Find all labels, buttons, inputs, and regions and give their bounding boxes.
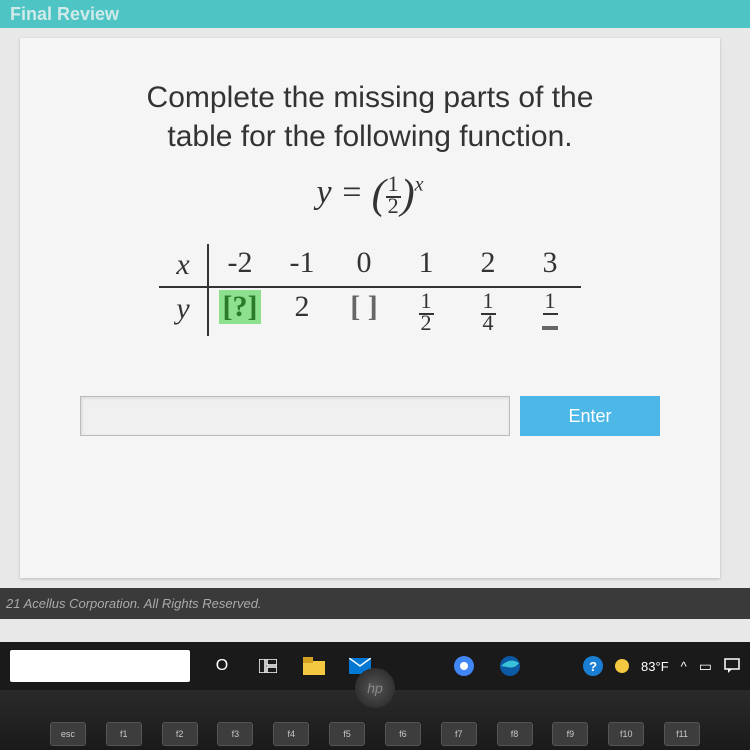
answer-row: Enter: [80, 396, 660, 436]
y-val-4: 14: [457, 288, 519, 336]
edge-icon[interactable]: [496, 652, 524, 680]
y-val-2-blank[interactable]: [ ]: [333, 288, 395, 336]
y-val-3: 12: [395, 288, 457, 336]
question-card: Complete the missing parts of the table …: [20, 38, 720, 578]
key: f3: [217, 722, 253, 746]
y-val-0-active[interactable]: [?]: [209, 288, 271, 336]
x-val-2: 0: [333, 244, 395, 288]
key: esc: [50, 722, 86, 746]
x-val-1: -1: [271, 244, 333, 288]
answer-input[interactable]: [80, 396, 510, 436]
header-bar: Final Review: [0, 0, 750, 28]
copyright-footer: 21 Acellus Corporation. All Rights Reser…: [0, 588, 750, 619]
equation: y = (12)x: [80, 171, 660, 219]
taskbar-right: ? 83°F ^: [583, 656, 740, 676]
key: f10: [608, 722, 644, 746]
y-val-5-blank[interactable]: 1: [519, 288, 581, 336]
key: f2: [162, 722, 198, 746]
x-val-5: 3: [519, 244, 581, 288]
cortana-icon[interactable]: O: [208, 652, 236, 680]
x-val-3: 1: [395, 244, 457, 288]
action-center-icon[interactable]: [724, 658, 740, 674]
key: f11: [664, 722, 700, 746]
help-icon[interactable]: ?: [583, 656, 603, 676]
weather-temp[interactable]: 83°F: [641, 659, 669, 674]
key: f4: [273, 722, 309, 746]
key: f8: [497, 722, 533, 746]
hp-logo: hp: [355, 668, 395, 708]
key: f9: [552, 722, 588, 746]
key: f5: [329, 722, 365, 746]
question-text: Complete the missing parts of the table …: [80, 78, 660, 156]
key: f7: [441, 722, 477, 746]
x-val-0: -2: [209, 244, 271, 288]
chrome-icon[interactable]: [450, 652, 478, 680]
taskbar-search-box[interactable]: [10, 650, 190, 682]
header-title: Final Review: [10, 4, 119, 24]
tray-caret[interactable]: ^: [681, 659, 687, 674]
key: f6: [385, 722, 421, 746]
y-val-1: 2: [271, 288, 333, 336]
key: f1: [106, 722, 142, 746]
file-explorer-icon[interactable]: [300, 652, 328, 680]
enter-button[interactable]: Enter: [520, 396, 660, 436]
battery-icon[interactable]: [699, 658, 712, 675]
taskview-icon[interactable]: [254, 652, 282, 680]
weather-icon[interactable]: [615, 659, 629, 673]
y-label: y: [159, 288, 209, 336]
x-val-4: 2: [457, 244, 519, 288]
x-label: x: [159, 244, 209, 288]
function-table: x -2 -1 0 1 2 3 y [?] 2 [ ] 12 14 1: [80, 244, 660, 336]
